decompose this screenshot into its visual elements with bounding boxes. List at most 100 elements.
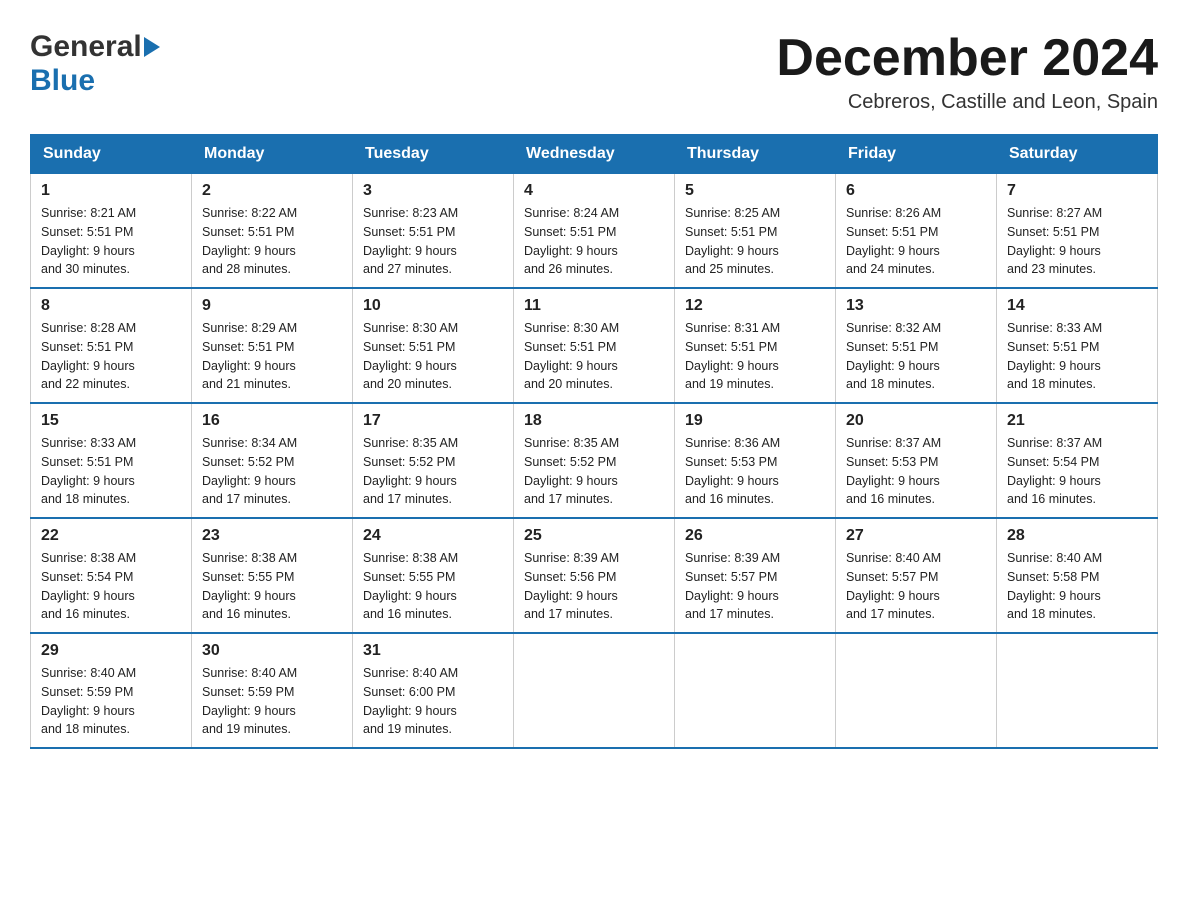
day-info: Sunrise: 8:30 AMSunset: 5:51 PMDaylight:… [524, 319, 664, 394]
day-info: Sunrise: 8:27 AMSunset: 5:51 PMDaylight:… [1007, 204, 1147, 279]
day-info: Sunrise: 8:40 AMSunset: 5:59 PMDaylight:… [202, 664, 342, 739]
calendar-week-row: 8 Sunrise: 8:28 AMSunset: 5:51 PMDayligh… [31, 288, 1158, 403]
month-title: December 2024 [776, 30, 1158, 87]
day-number: 17 [363, 412, 503, 430]
day-info: Sunrise: 8:39 AMSunset: 5:56 PMDaylight:… [524, 549, 664, 624]
day-info: Sunrise: 8:35 AMSunset: 5:52 PMDaylight:… [363, 434, 503, 509]
calendar-cell: 21 Sunrise: 8:37 AMSunset: 5:54 PMDaylig… [997, 403, 1158, 518]
calendar-cell: 4 Sunrise: 8:24 AMSunset: 5:51 PMDayligh… [514, 174, 675, 289]
calendar-cell: 15 Sunrise: 8:33 AMSunset: 5:51 PMDaylig… [31, 403, 192, 518]
calendar-cell: 27 Sunrise: 8:40 AMSunset: 5:57 PMDaylig… [836, 518, 997, 633]
day-number: 20 [846, 412, 986, 430]
day-info: Sunrise: 8:30 AMSunset: 5:51 PMDaylight:… [363, 319, 503, 394]
calendar-cell: 30 Sunrise: 8:40 AMSunset: 5:59 PMDaylig… [192, 633, 353, 748]
day-info: Sunrise: 8:32 AMSunset: 5:51 PMDaylight:… [846, 319, 986, 394]
day-number: 28 [1007, 527, 1147, 545]
calendar-cell: 17 Sunrise: 8:35 AMSunset: 5:52 PMDaylig… [353, 403, 514, 518]
calendar-cell: 5 Sunrise: 8:25 AMSunset: 5:51 PMDayligh… [675, 174, 836, 289]
calendar-cell: 28 Sunrise: 8:40 AMSunset: 5:58 PMDaylig… [997, 518, 1158, 633]
day-info: Sunrise: 8:23 AMSunset: 5:51 PMDaylight:… [363, 204, 503, 279]
day-number: 16 [202, 412, 342, 430]
calendar-cell: 6 Sunrise: 8:26 AMSunset: 5:51 PMDayligh… [836, 174, 997, 289]
day-number: 22 [41, 527, 181, 545]
calendar-header-tuesday: Tuesday [353, 135, 514, 174]
day-number: 11 [524, 297, 664, 315]
calendar-cell: 16 Sunrise: 8:34 AMSunset: 5:52 PMDaylig… [192, 403, 353, 518]
day-info: Sunrise: 8:37 AMSunset: 5:54 PMDaylight:… [1007, 434, 1147, 509]
day-info: Sunrise: 8:36 AMSunset: 5:53 PMDaylight:… [685, 434, 825, 509]
day-info: Sunrise: 8:37 AMSunset: 5:53 PMDaylight:… [846, 434, 986, 509]
day-number: 14 [1007, 297, 1147, 315]
day-info: Sunrise: 8:31 AMSunset: 5:51 PMDaylight:… [685, 319, 825, 394]
calendar-cell: 23 Sunrise: 8:38 AMSunset: 5:55 PMDaylig… [192, 518, 353, 633]
day-number: 3 [363, 182, 503, 200]
day-info: Sunrise: 8:40 AMSunset: 6:00 PMDaylight:… [363, 664, 503, 739]
day-info: Sunrise: 8:40 AMSunset: 5:59 PMDaylight:… [41, 664, 181, 739]
calendar-cell [997, 633, 1158, 748]
day-info: Sunrise: 8:39 AMSunset: 5:57 PMDaylight:… [685, 549, 825, 624]
calendar-header-sunday: Sunday [31, 135, 192, 174]
day-number: 13 [846, 297, 986, 315]
day-number: 31 [363, 642, 503, 660]
calendar-cell: 8 Sunrise: 8:28 AMSunset: 5:51 PMDayligh… [31, 288, 192, 403]
calendar-cell: 9 Sunrise: 8:29 AMSunset: 5:51 PMDayligh… [192, 288, 353, 403]
day-number: 23 [202, 527, 342, 545]
calendar-week-row: 1 Sunrise: 8:21 AMSunset: 5:51 PMDayligh… [31, 174, 1158, 289]
day-info: Sunrise: 8:29 AMSunset: 5:51 PMDaylight:… [202, 319, 342, 394]
day-number: 1 [41, 182, 181, 200]
day-number: 26 [685, 527, 825, 545]
day-number: 27 [846, 527, 986, 545]
day-number: 29 [41, 642, 181, 660]
calendar-cell: 22 Sunrise: 8:38 AMSunset: 5:54 PMDaylig… [31, 518, 192, 633]
calendar-header-thursday: Thursday [675, 135, 836, 174]
day-number: 18 [524, 412, 664, 430]
calendar-header-friday: Friday [836, 135, 997, 174]
calendar-cell: 18 Sunrise: 8:35 AMSunset: 5:52 PMDaylig… [514, 403, 675, 518]
calendar-header-monday: Monday [192, 135, 353, 174]
calendar-cell: 19 Sunrise: 8:36 AMSunset: 5:53 PMDaylig… [675, 403, 836, 518]
day-info: Sunrise: 8:33 AMSunset: 5:51 PMDaylight:… [1007, 319, 1147, 394]
day-info: Sunrise: 8:38 AMSunset: 5:54 PMDaylight:… [41, 549, 181, 624]
logo: General Blue [30, 30, 162, 98]
day-number: 8 [41, 297, 181, 315]
day-number: 4 [524, 182, 664, 200]
day-info: Sunrise: 8:24 AMSunset: 5:51 PMDaylight:… [524, 204, 664, 279]
day-info: Sunrise: 8:21 AMSunset: 5:51 PMDaylight:… [41, 204, 181, 279]
calendar-cell: 13 Sunrise: 8:32 AMSunset: 5:51 PMDaylig… [836, 288, 997, 403]
day-info: Sunrise: 8:22 AMSunset: 5:51 PMDaylight:… [202, 204, 342, 279]
calendar-cell: 1 Sunrise: 8:21 AMSunset: 5:51 PMDayligh… [31, 174, 192, 289]
day-info: Sunrise: 8:33 AMSunset: 5:51 PMDaylight:… [41, 434, 181, 509]
day-number: 10 [363, 297, 503, 315]
day-number: 12 [685, 297, 825, 315]
day-number: 21 [1007, 412, 1147, 430]
logo-general-text: General [30, 30, 142, 64]
day-info: Sunrise: 8:35 AMSunset: 5:52 PMDaylight:… [524, 434, 664, 509]
title-block: December 2024 Cebreros, Castille and Leo… [776, 30, 1158, 114]
calendar-week-row: 29 Sunrise: 8:40 AMSunset: 5:59 PMDaylig… [31, 633, 1158, 748]
day-info: Sunrise: 8:25 AMSunset: 5:51 PMDaylight:… [685, 204, 825, 279]
calendar-cell [675, 633, 836, 748]
calendar-cell: 7 Sunrise: 8:27 AMSunset: 5:51 PMDayligh… [997, 174, 1158, 289]
calendar-header-row: SundayMondayTuesdayWednesdayThursdayFrid… [31, 135, 1158, 174]
calendar-cell: 10 Sunrise: 8:30 AMSunset: 5:51 PMDaylig… [353, 288, 514, 403]
day-number: 7 [1007, 182, 1147, 200]
day-number: 15 [41, 412, 181, 430]
day-number: 24 [363, 527, 503, 545]
day-number: 6 [846, 182, 986, 200]
calendar-week-row: 15 Sunrise: 8:33 AMSunset: 5:51 PMDaylig… [31, 403, 1158, 518]
calendar-header-saturday: Saturday [997, 135, 1158, 174]
day-info: Sunrise: 8:40 AMSunset: 5:58 PMDaylight:… [1007, 549, 1147, 624]
calendar-cell: 29 Sunrise: 8:40 AMSunset: 5:59 PMDaylig… [31, 633, 192, 748]
location-subtitle: Cebreros, Castille and Leon, Spain [776, 91, 1158, 114]
calendar-cell [514, 633, 675, 748]
calendar-cell: 14 Sunrise: 8:33 AMSunset: 5:51 PMDaylig… [997, 288, 1158, 403]
calendar-cell: 3 Sunrise: 8:23 AMSunset: 5:51 PMDayligh… [353, 174, 514, 289]
calendar-header-wednesday: Wednesday [514, 135, 675, 174]
calendar-table: SundayMondayTuesdayWednesdayThursdayFrid… [30, 134, 1158, 749]
calendar-week-row: 22 Sunrise: 8:38 AMSunset: 5:54 PMDaylig… [31, 518, 1158, 633]
day-number: 30 [202, 642, 342, 660]
calendar-cell: 24 Sunrise: 8:38 AMSunset: 5:55 PMDaylig… [353, 518, 514, 633]
day-number: 5 [685, 182, 825, 200]
calendar-cell: 20 Sunrise: 8:37 AMSunset: 5:53 PMDaylig… [836, 403, 997, 518]
page-header: General Blue December 2024 Cebreros, Cas… [30, 30, 1158, 114]
